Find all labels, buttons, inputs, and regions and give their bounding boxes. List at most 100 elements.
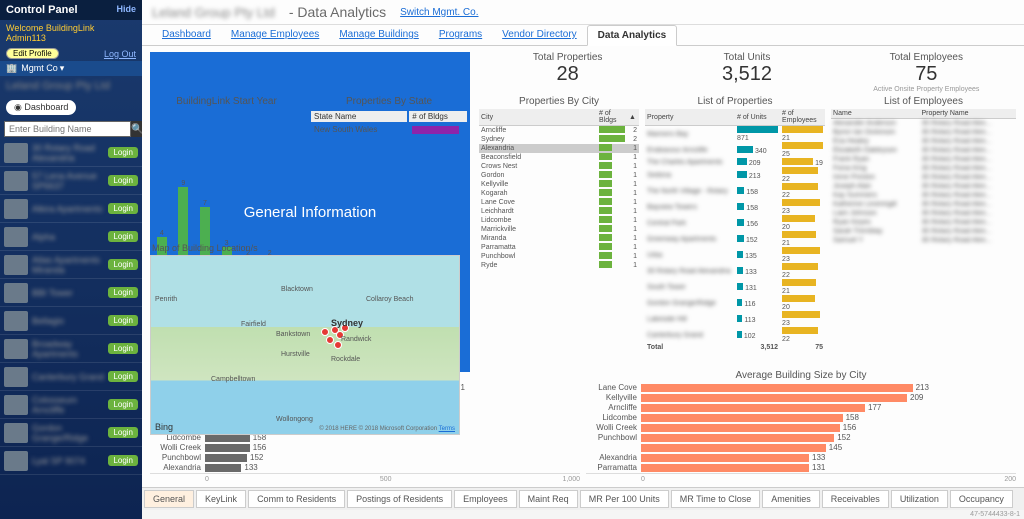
login-button[interactable]: Login xyxy=(108,147,138,158)
building-item[interactable]: Alkira ApartmentsLogin xyxy=(0,195,142,223)
btab-maint-req[interactable]: Maint Req xyxy=(519,490,578,508)
login-button[interactable]: Login xyxy=(108,427,138,438)
table-row[interactable]: Kogarah1 xyxy=(479,189,639,198)
btab-general[interactable]: General xyxy=(144,490,194,508)
table-row[interactable]: Endeavour Arncliffe 340 25 xyxy=(645,142,825,158)
btab-receivables[interactable]: Receivables xyxy=(822,490,889,508)
table-row[interactable]: Kellyville1 xyxy=(479,180,639,189)
by-city-table[interactable]: City# of Bldgs▲Arncliffe2Sydney2Alexandr… xyxy=(479,109,639,270)
btab-amenities[interactable]: Amenities xyxy=(762,490,820,508)
building-item[interactable]: Lyal SP 9074Login xyxy=(0,447,142,475)
search-input[interactable] xyxy=(4,121,131,137)
table-row[interactable]: Greenway Apartments 152 21 xyxy=(645,231,825,247)
btab-postings-of-residents[interactable]: Postings of Residents xyxy=(347,490,452,508)
login-button[interactable]: Login xyxy=(108,259,138,270)
table-row[interactable]: Sarah Tremblay30 Rotary Road Alex... xyxy=(831,227,1016,236)
btab-utilization[interactable]: Utilization xyxy=(891,490,948,508)
building-item[interactable]: BBI TowerLogin xyxy=(0,279,142,307)
dashboard-button[interactable]: ◉ Dashboard xyxy=(6,100,76,115)
building-item[interactable]: 57 Lena Avenue SP6637Login xyxy=(0,167,142,195)
login-button[interactable]: Login xyxy=(108,399,138,410)
table-row[interactable]: The North Village - Rotary 158 22 xyxy=(645,183,825,199)
table-row[interactable]: Crows Nest1 xyxy=(479,162,639,171)
table-row[interactable]: 30 Rotary Road Alexandria 133 22 xyxy=(645,263,825,279)
building-item[interactable]: Gordon Grange/RidgeLogin xyxy=(0,419,142,447)
table-row[interactable]: Byron Ian Dickinson30 Rotary Road Alex..… xyxy=(831,128,1016,137)
building-item[interactable]: Broadway ApartmentsLogin xyxy=(0,335,142,363)
table-row[interactable]: Leichhardt1 xyxy=(479,207,639,216)
login-button[interactable]: Login xyxy=(108,203,138,214)
table-row[interactable]: Arncliffe2 xyxy=(479,126,639,136)
mgmt-co-dropdown[interactable]: 🏢 Mgmt Co xyxy=(0,61,142,76)
table-row[interactable]: Lane Cove1 xyxy=(479,198,639,207)
login-button[interactable]: Login xyxy=(108,343,138,354)
logout-link[interactable]: Log Out xyxy=(104,49,136,59)
btab-comm-to-residents[interactable]: Comm to Residents xyxy=(248,490,345,508)
table-row[interactable]: Lidcombe1 xyxy=(479,216,639,225)
table-row[interactable]: Alexandria1 xyxy=(479,144,639,153)
table-row[interactable]: Mariners Bay 871 21 xyxy=(645,126,825,143)
table-row[interactable]: Parramatta1 xyxy=(479,243,639,252)
table-row[interactable]: Punchbowl1 xyxy=(479,252,639,261)
table-row[interactable]: Joseph Alan30 Rotary Road Alex... xyxy=(831,182,1016,191)
login-button[interactable]: Login xyxy=(108,175,138,186)
btab-mr-per-100-units[interactable]: MR Per 100 Units xyxy=(580,490,669,508)
table-row[interactable]: New South Wales xyxy=(311,124,467,135)
btab-keylink[interactable]: KeyLink xyxy=(196,490,246,508)
table-row[interactable]: Elizabeth Oakleyson30 Rotary Road Alex..… xyxy=(831,146,1016,155)
table-row[interactable]: Bayview Towers 158 23 xyxy=(645,199,825,215)
list-employees-table[interactable]: NameProperty NameAlexander Anderson30 Ro… xyxy=(831,109,1016,245)
table-row[interactable]: Irene Preston30 Rotary Road Alex... xyxy=(831,173,1016,182)
table-row[interactable]: Marrickville1 xyxy=(479,225,639,234)
table-row[interactable]: Lakeside Hill 113 23 xyxy=(645,311,825,327)
building-item[interactable]: Atlas Apartments MirandaLogin xyxy=(0,251,142,279)
tab-manage-buildings[interactable]: Manage Buildings xyxy=(329,25,429,45)
tab-vendor-directory[interactable]: Vendor Directory xyxy=(492,25,586,45)
list-properties-table[interactable]: Property# of Units# of EmployeesMariners… xyxy=(645,109,825,352)
map[interactable]: Penrith Blacktown Collaroy Beach Sydney … xyxy=(150,255,460,435)
login-button[interactable]: Login xyxy=(108,287,138,298)
tab-manage-employees[interactable]: Manage Employees xyxy=(221,25,329,45)
building-item[interactable]: Canterbury GrandLogin xyxy=(0,363,142,391)
table-row[interactable]: Eva Healey30 Rotary Road Alex... xyxy=(831,137,1016,146)
tab-dashboard[interactable]: Dashboard xyxy=(152,25,221,45)
login-button[interactable]: Login xyxy=(108,455,138,466)
table-row[interactable]: Gordon Grange/Ridge 116 20 xyxy=(645,295,825,311)
table-row[interactable]: Katherine Leveringill30 Rotary Road Alex… xyxy=(831,200,1016,209)
building-item[interactable]: Colosseum ArncliffeLogin xyxy=(0,391,142,419)
table-row[interactable]: Ryde1 xyxy=(479,261,639,270)
table-row[interactable]: Kay Summers30 Rotary Road Alex... xyxy=(831,191,1016,200)
table-row[interactable]: Canterbury Grand 102 22 xyxy=(645,327,825,343)
table-row[interactable]: Liam Johnson30 Rotary Road Alex... xyxy=(831,209,1016,218)
login-button[interactable]: Login xyxy=(108,231,138,242)
table-row[interactable]: Fiona King30 Rotary Road Alex... xyxy=(831,164,1016,173)
tab-data-analytics[interactable]: Data Analytics xyxy=(587,25,678,46)
login-button[interactable]: Login xyxy=(108,371,138,382)
table-row[interactable]: South Tower 131 21 xyxy=(645,279,825,295)
table-row[interactable]: Sedona 213 22 xyxy=(645,167,825,183)
login-button[interactable]: Login xyxy=(108,315,138,326)
table-row[interactable]: Urba 135 23 xyxy=(645,247,825,263)
table-row[interactable]: Beaconsfield1 xyxy=(479,153,639,162)
tab-programs[interactable]: Programs xyxy=(429,25,492,45)
table-row[interactable]: Frank Ryan30 Rotary Road Alex... xyxy=(831,155,1016,164)
map-terms-link[interactable]: Terms xyxy=(439,426,455,432)
table-row[interactable]: Samuel Y30 Rotary Road Alex... xyxy=(831,236,1016,245)
hide-link[interactable]: Hide xyxy=(116,4,136,16)
table-row[interactable]: Ryan Keyes30 Rotary Road Alex... xyxy=(831,218,1016,227)
btab-occupancy[interactable]: Occupancy xyxy=(950,490,1013,508)
edit-profile-button[interactable]: Edit Profile xyxy=(6,48,59,59)
building-item[interactable]: 30 Rotary Road AlexandriaLogin xyxy=(0,139,142,167)
table-row[interactable]: Gordon1 xyxy=(479,171,639,180)
building-item[interactable]: BellagioLogin xyxy=(0,307,142,335)
table-row[interactable]: Miranda1 xyxy=(479,234,639,243)
btab-mr-time-to-close[interactable]: MR Time to Close xyxy=(671,490,761,508)
btab-employees[interactable]: Employees xyxy=(454,490,517,508)
table-row[interactable]: Central Park 156 20 xyxy=(645,215,825,231)
building-list[interactable]: 30 Rotary Road AlexandriaLogin57 Lena Av… xyxy=(0,139,142,519)
table-row[interactable]: Alexander Anderson30 Rotary Road Alex... xyxy=(831,119,1016,128)
table-row[interactable]: The Charles Apartments 209 19 xyxy=(645,158,825,167)
switch-mgmt-link[interactable]: Switch Mgmt. Co. xyxy=(400,7,478,18)
table-row[interactable]: Sydney2 xyxy=(479,135,639,144)
building-item[interactable]: AlphaLogin xyxy=(0,223,142,251)
